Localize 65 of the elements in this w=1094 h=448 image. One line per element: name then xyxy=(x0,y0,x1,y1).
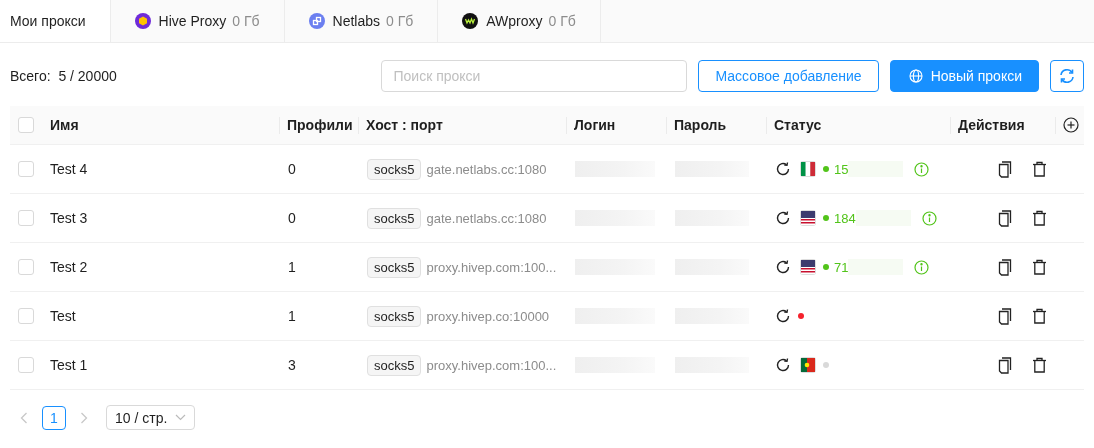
chevron-right-icon xyxy=(80,411,88,424)
select-all-checkbox[interactable] xyxy=(18,117,34,133)
row-checkbox[interactable] xyxy=(18,308,34,324)
column-header: Имя xyxy=(50,117,79,133)
ip-address: 15 xyxy=(834,161,849,177)
row-checkbox[interactable] xyxy=(18,161,34,177)
trash-icon[interactable] xyxy=(1032,308,1047,324)
column-header: Профили xyxy=(287,117,353,133)
profile-count: 0 xyxy=(288,161,296,177)
profile-count: 1 xyxy=(288,308,296,324)
trash-icon[interactable] xyxy=(1032,210,1047,226)
chevron-down-icon xyxy=(175,414,187,421)
protocol-tag: socks5 xyxy=(367,305,422,327)
host-port: proxy.hivep.com:100... xyxy=(426,259,557,275)
protocol-tag: socks5 xyxy=(367,354,422,376)
column-header: Хост : порт xyxy=(366,117,443,133)
reload-icon[interactable] xyxy=(775,259,791,275)
link-logo-icon xyxy=(308,13,325,29)
add-icon[interactable] xyxy=(1063,117,1079,133)
proxy-name: Test 4 xyxy=(50,161,88,177)
copy-icon[interactable] xyxy=(998,258,1012,276)
proxy-name: Test xyxy=(50,308,76,324)
row-checkbox[interactable] xyxy=(18,210,34,226)
refresh-icon xyxy=(1058,66,1076,85)
reload-icon[interactable] xyxy=(775,308,791,324)
host-port: proxy.hivep.co:10000 xyxy=(426,308,550,324)
hexagon-logo-icon xyxy=(134,13,151,29)
refresh-button[interactable] xyxy=(1050,59,1084,92)
profile-count: 1 xyxy=(288,259,296,275)
search-field[interactable]: Поиск прокси xyxy=(381,59,688,92)
host-port: gate.netlabs.cc:1080 xyxy=(426,161,547,177)
proxy-name: Test 2 xyxy=(50,259,88,275)
tab[interactable]: Мои прокси xyxy=(0,0,111,42)
page-size-select[interactable]: 10 / стр. xyxy=(106,405,196,430)
proxy-name: Test 1 xyxy=(50,357,88,373)
ip-address: 71 xyxy=(834,259,849,275)
copy-icon[interactable] xyxy=(998,160,1012,178)
total-count: Всего: 5 / 20000 xyxy=(10,67,117,84)
trash-icon[interactable] xyxy=(1032,161,1047,177)
reload-icon[interactable] xyxy=(775,161,791,177)
column-header: Пароль xyxy=(674,117,727,133)
copy-icon[interactable] xyxy=(998,356,1012,374)
wave-logo-icon xyxy=(462,13,479,29)
reload-icon[interactable] xyxy=(775,357,791,373)
column-header: Статус xyxy=(774,117,822,133)
protocol-tag: socks5 xyxy=(367,207,422,229)
copy-icon[interactable] xyxy=(998,209,1012,227)
row-checkbox[interactable] xyxy=(18,259,34,275)
trash-icon[interactable] xyxy=(1032,259,1047,275)
chevron-left-icon xyxy=(20,411,28,424)
proxy-name: Test 3 xyxy=(50,210,88,226)
reload-icon[interactable] xyxy=(775,210,791,226)
copy-icon[interactable] xyxy=(998,307,1012,325)
trash-icon[interactable] xyxy=(1032,357,1047,373)
column-header: Действия xyxy=(958,117,1025,133)
protocol-tag: socks5 xyxy=(367,158,422,180)
ip-address: 184 xyxy=(834,210,856,226)
globe-icon xyxy=(908,68,923,83)
profile-count: 3 xyxy=(288,357,296,373)
row-checkbox[interactable] xyxy=(18,357,34,373)
host-port: gate.netlabs.cc:1080 xyxy=(426,210,547,226)
column-header: Логин xyxy=(574,117,616,133)
protocol-tag: socks5 xyxy=(367,256,422,278)
profile-count: 0 xyxy=(288,210,296,226)
host-port: proxy.hivep.com:100... xyxy=(426,357,557,373)
